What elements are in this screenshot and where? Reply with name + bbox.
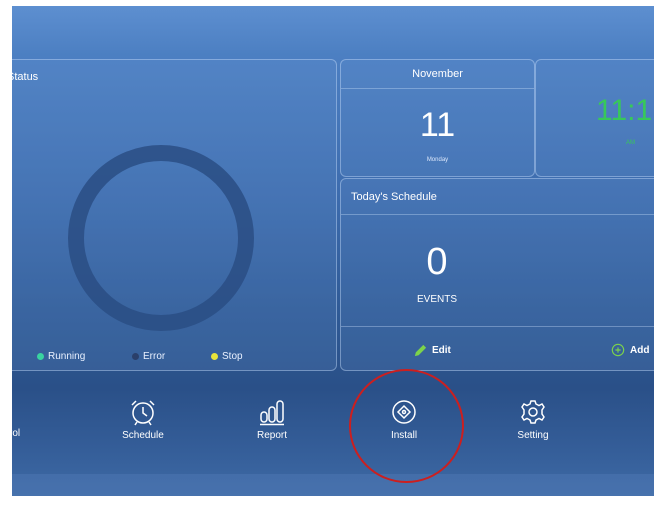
calendar-divider [341,88,534,89]
bottom-strip [12,474,654,496]
legend-stop-label: Stop [222,351,243,362]
error-dot [132,353,139,360]
stop-dot [211,353,218,360]
edit-label: Edit [432,345,451,356]
control-icon [12,398,16,424]
status-donut-chart [68,145,254,331]
calendar-month: November [412,68,463,80]
plus-circle-icon [611,343,625,357]
legend-running: Running [37,351,85,362]
app-screen: Status Running Error Stop November 11 Mo… [12,6,654,496]
add-button[interactable]: Add [611,343,649,357]
alarm-clock-icon [131,400,155,426]
schedule-title-divider [341,214,654,215]
clock-panel: 11:1 AM [535,59,654,177]
clock-ampm: AM [626,140,635,146]
schedule-panel: Today's Schedule 0 EVENTS Edit Add [340,178,654,371]
clock-time: 11:1 [596,94,653,127]
calendar-day: 11 [419,106,456,144]
calendar-panel: November 11 Monday [340,59,535,177]
schedule-title: Today's Schedule [351,191,437,203]
status-panel: Status Running Error Stop [12,59,337,371]
edit-button[interactable]: Edit [413,343,451,358]
schedule-actions-divider [341,326,654,327]
nav-control-label: Control [12,428,21,439]
nav-schedule[interactable]: Schedule [108,398,178,441]
highlight-circle [349,369,464,483]
nav-schedule-label: Schedule [122,430,164,441]
legend-error-label: Error [143,351,166,362]
pencil-icon [414,344,427,357]
running-dot [37,353,44,360]
bar-chart-icon [260,400,284,426]
calendar-weekday: Monday [426,157,449,163]
event-count: 0 [426,241,448,283]
status-title: Status [12,71,39,83]
add-label: Add [630,344,650,356]
nav-control[interactable]: Control [12,398,39,439]
nav-report[interactable]: Report [237,398,307,441]
nav-setting[interactable]: Setting [498,398,568,441]
legend-stop: Stop [211,351,243,362]
nav-setting-label: Setting [517,430,549,441]
gear-icon [521,400,545,424]
legend-running-label: Running [48,351,86,362]
nav-report-label: Report [256,430,287,441]
legend-error: Error [132,351,165,362]
event-count-label: EVENTS [416,294,457,305]
